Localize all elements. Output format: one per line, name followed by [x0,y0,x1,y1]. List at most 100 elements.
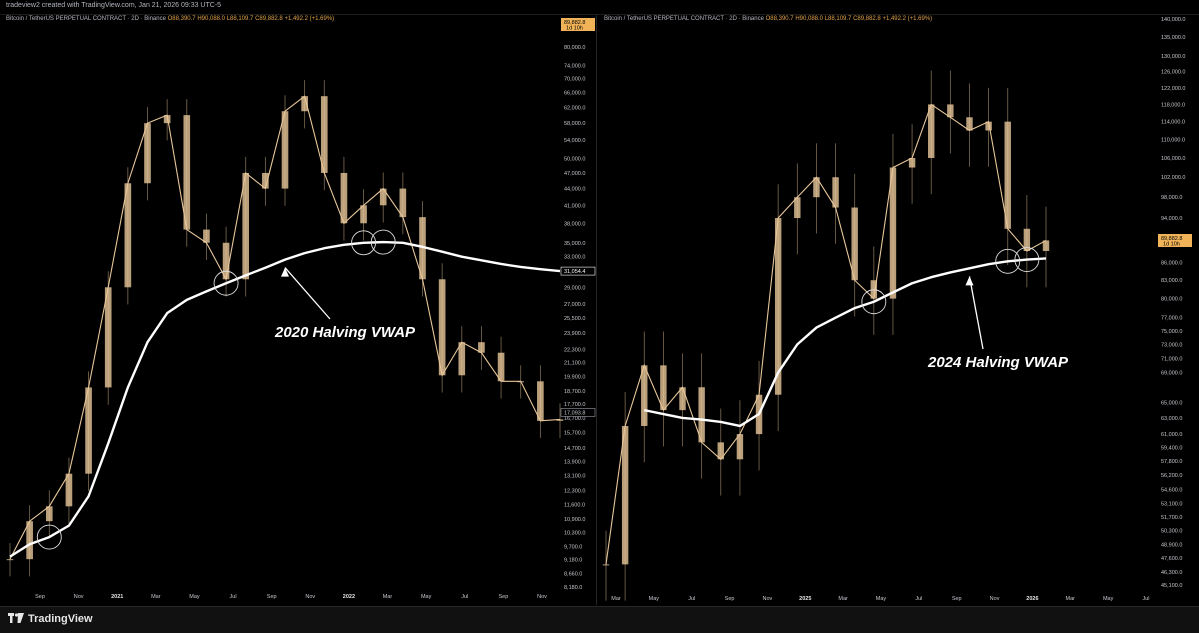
right-annotation-arrow [968,276,984,350]
right-chart-panel[interactable]: 140,000.0 135,000.0 130,000.0 126,000.0 122,… [598,15,1199,605]
left-candle-body [537,381,544,421]
left-price-tick: 21,100.0 [564,361,585,367]
left-candle-body [320,96,328,173]
right-countdown-text: 1d 10h [1163,242,1180,248]
left-candle-body [104,287,112,388]
right-time-tick: May [876,596,887,602]
right-chart-canvas[interactable]: 140,000.0 135,000.0 130,000.0 126,000.0 122,… [598,15,1199,605]
left-candle-body [6,559,14,561]
right-price-tick: 69,000.0 [1161,371,1182,377]
right-time-tick: Sep [725,596,735,602]
right-price-tick: 50,300.0 [1161,528,1182,534]
right-candle-body [698,387,705,443]
left-high: H90,088.0 [197,16,226,22]
left-price-tick: 13,900.0 [564,459,585,465]
right-candle-body [851,207,858,281]
right-price-tick: 102,000.0 [1161,175,1185,181]
left-price-tick: 12,300.0 [564,488,585,494]
left-time-tick: Jul [461,594,468,600]
left-time-tick: 2021 [111,594,123,600]
left-price-tick: 50,000.0 [564,156,585,162]
left-time-tick: Sep [498,594,508,600]
left-price-tick: 10,300.0 [564,530,585,536]
right-candle-body [602,564,610,566]
right-time-tick: Nov [990,596,1000,602]
left-price-tick: 17,700.0 [564,402,585,408]
right-price-tick: 71,000.0 [1161,356,1182,362]
left-price-tick: 47,000.0 [564,171,585,177]
left-time-tick: Sep [35,594,45,600]
right-price-tick: 56,200.0 [1161,473,1182,479]
left-price-tick: 18,700.0 [564,389,585,395]
right-price-tick: 94,000.0 [1161,216,1182,222]
left-time-tick: Nov [305,594,315,600]
left-time-tick: Mar [383,594,393,600]
left-price-tick: 22,300.0 [564,348,585,354]
right-candle-body [889,167,897,299]
right-time-tick: Mar [1066,596,1076,602]
right-price-tick: 51,700.0 [1161,515,1182,521]
right-time-tick: Jul [1142,596,1149,602]
right-price-tick: 80,000.0 [1161,297,1182,303]
left-secondary-tag-text: 17,093.8 [564,410,585,416]
left-vwap-line [9,240,561,558]
left-price-tick: 70,000.0 [564,77,585,83]
left-annotation-text: 2020 Halving VWAP [274,324,416,341]
left-price-tick: 8,660.0 [564,571,582,577]
left-price-tick: 15,700.0 [564,431,585,437]
left-price-tick: 62,000.0 [564,105,585,111]
right-price-tick: 86,000.0 [1161,260,1182,266]
left-time-tick: Jul [230,594,237,600]
right-candle-body [928,104,935,159]
left-chart-panel[interactable]: 80,000.0 74,000.0 70,000.0 66,000.0 62,000.0… [0,15,597,605]
right-candle-body [660,365,667,411]
right-price-tick: 77,000.0 [1161,316,1182,322]
left-price-tick: 29,000.0 [564,285,585,291]
right-symbol: Bitcoin / TetherUS PERPETUAL CONTRACT · … [604,16,764,22]
left-candle-body [438,279,446,376]
left-countdown-text: 1d 10h [566,26,583,32]
left-candle-body [183,115,191,230]
right-price-tick: 53,100.0 [1161,501,1182,507]
right-time-tick: Nov [763,596,773,602]
left-price-tick: 27,000.0 [564,302,585,308]
left-candle-body [281,111,289,189]
left-vwap-tag-text: 31,054.4 [564,269,585,275]
left-price-tick: 35,000.0 [564,241,585,247]
right-time-tick: 2026 [1026,596,1038,602]
left-price-tick: 74,000.0 [564,63,585,69]
left-candle-body [242,172,250,280]
left-price-tick: 14,700.0 [564,446,585,452]
footer-brand: TradingView [28,613,93,625]
left-low: L88,109.7 [226,16,254,22]
right-price-tick: 106,000.0 [1161,156,1185,162]
left-open: O88,390.7 [167,16,196,22]
left-time-tick: Sep [267,594,277,600]
left-annotation-arrow [284,267,331,320]
left-candle-body [144,123,151,184]
right-price-tick: 59,400.0 [1161,445,1182,451]
left-price-tick: 19,900.0 [564,374,585,380]
right-price-tick: 65,000.0 [1161,400,1182,406]
right-time-tick: Jul [915,596,922,602]
right-annotation-arrowhead [965,276,974,286]
right-price-tick: 57,800.0 [1161,459,1182,465]
left-price-tick: 80,000.0 [564,45,585,51]
footer-bar: TradingView [0,606,1199,633]
left-candle-body [85,387,92,474]
right-last-price-tag: 89,882.81d 10h [1158,234,1192,248]
left-price-tick: 38,000.0 [564,221,585,227]
left-price-tick: 23,900.0 [564,331,585,337]
left-price-tick: 25,500.0 [564,316,585,322]
left-price-tick: 13,100.0 [564,473,585,479]
right-price-tick: 114,000.0 [1161,120,1185,126]
left-chart-canvas[interactable]: 80,000.0 74,000.0 70,000.0 66,000.0 62,000.0… [0,15,596,605]
tradingview-logo[interactable]: TradingView [8,613,93,625]
left-time-tick: 2022 [343,594,355,600]
left-change: +1,492.2 (+1.69%) [284,16,335,22]
right-price-tick: 140,000.0 [1161,17,1185,23]
right-change: +1,492.2 (+1.69%) [882,16,933,22]
left-candle-body [340,172,348,224]
right-price-tick: 73,000.0 [1161,342,1182,348]
left-close: C89,882.8 [255,16,283,22]
